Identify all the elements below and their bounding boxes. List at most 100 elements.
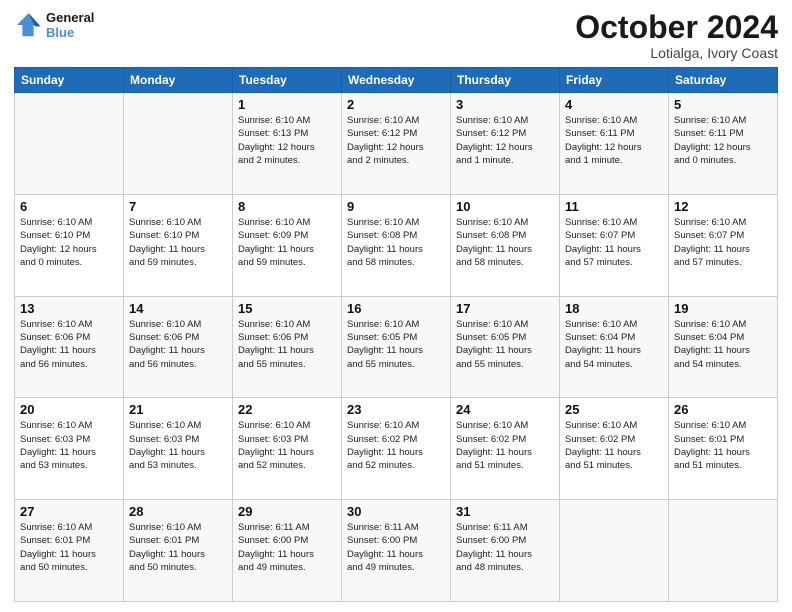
calendar-cell: 14 Sunrise: 6:10 AM Sunset: 6:06 PM Dayli… — [124, 296, 233, 398]
day-number: 7 — [129, 199, 227, 214]
day-info: Sunrise: 6:10 AM Sunset: 6:13 PM Dayligh… — [238, 114, 336, 167]
day-number: 30 — [347, 504, 445, 519]
day-number: 3 — [456, 97, 554, 112]
logo: General Blue — [14, 10, 94, 40]
day-info: Sunrise: 6:10 AM Sunset: 6:06 PM Dayligh… — [238, 318, 336, 371]
day-number: 31 — [456, 504, 554, 519]
day-number: 25 — [565, 402, 663, 417]
day-info: Sunrise: 6:10 AM Sunset: 6:06 PM Dayligh… — [129, 318, 227, 371]
day-info: Sunrise: 6:10 AM Sunset: 6:11 PM Dayligh… — [565, 114, 663, 167]
day-info: Sunrise: 6:11 AM Sunset: 6:00 PM Dayligh… — [456, 521, 554, 574]
title-block: October 2024 Lotialga, Ivory Coast — [575, 10, 778, 61]
calendar-cell: 22 Sunrise: 6:10 AM Sunset: 6:03 PM Dayli… — [233, 398, 342, 500]
calendar-cell: 11 Sunrise: 6:10 AM Sunset: 6:07 PM Dayli… — [560, 194, 669, 296]
calendar-cell: 12 Sunrise: 6:10 AM Sunset: 6:07 PM Dayli… — [669, 194, 778, 296]
day-info: Sunrise: 6:10 AM Sunset: 6:12 PM Dayligh… — [347, 114, 445, 167]
day-info: Sunrise: 6:10 AM Sunset: 6:01 PM Dayligh… — [129, 521, 227, 574]
day-info: Sunrise: 6:10 AM Sunset: 6:02 PM Dayligh… — [565, 419, 663, 472]
day-info: Sunrise: 6:11 AM Sunset: 6:00 PM Dayligh… — [238, 521, 336, 574]
calendar-header-cell: Thursday — [451, 68, 560, 93]
day-number: 12 — [674, 199, 772, 214]
day-number: 26 — [674, 402, 772, 417]
day-number: 16 — [347, 301, 445, 316]
day-number: 11 — [565, 199, 663, 214]
calendar-cell — [560, 500, 669, 602]
logo-text: General Blue — [46, 10, 94, 40]
calendar-cell: 4 Sunrise: 6:10 AM Sunset: 6:11 PM Daylig… — [560, 93, 669, 195]
calendar-cell: 10Sunrise: 6:10 AM Sunset: 6:08 PM Dayli… — [451, 194, 560, 296]
day-info: Sunrise: 6:10 AM Sunset: 6:04 PM Dayligh… — [565, 318, 663, 371]
day-number: 14 — [129, 301, 227, 316]
calendar-cell: 15 Sunrise: 6:10 AM Sunset: 6:06 PM Dayli… — [233, 296, 342, 398]
day-number: 24 — [456, 402, 554, 417]
day-info: Sunrise: 6:10 AM Sunset: 6:02 PM Dayligh… — [456, 419, 554, 472]
calendar-week-row: 20Sunrise: 6:10 AM Sunset: 6:03 PM Dayli… — [15, 398, 778, 500]
calendar-cell: 21 Sunrise: 6:10 AM Sunset: 6:03 PM Dayli… — [124, 398, 233, 500]
day-info: Sunrise: 6:10 AM Sunset: 6:07 PM Dayligh… — [565, 216, 663, 269]
calendar-header-cell: Saturday — [669, 68, 778, 93]
day-info: Sunrise: 6:11 AM Sunset: 6:00 PM Dayligh… — [347, 521, 445, 574]
calendar-cell: 25 Sunrise: 6:10 AM Sunset: 6:02 PM Dayli… — [560, 398, 669, 500]
calendar-cell: 13 Sunrise: 6:10 AM Sunset: 6:06 PM Dayli… — [15, 296, 124, 398]
calendar-week-row: 1 Sunrise: 6:10 AM Sunset: 6:13 PM Daylig… — [15, 93, 778, 195]
day-info: Sunrise: 6:10 AM Sunset: 6:03 PM Dayligh… — [238, 419, 336, 472]
calendar-week-row: 13 Sunrise: 6:10 AM Sunset: 6:06 PM Dayli… — [15, 296, 778, 398]
day-number: 29 — [238, 504, 336, 519]
calendar-cell: 7 Sunrise: 6:10 AM Sunset: 6:10 PM Daylig… — [124, 194, 233, 296]
calendar-cell — [15, 93, 124, 195]
calendar-cell: 3 Sunrise: 6:10 AM Sunset: 6:12 PM Daylig… — [451, 93, 560, 195]
location-subtitle: Lotialga, Ivory Coast — [575, 45, 778, 61]
day-info: Sunrise: 6:10 AM Sunset: 6:10 PM Dayligh… — [20, 216, 118, 269]
calendar-header-cell: Sunday — [15, 68, 124, 93]
calendar-cell: 9Sunrise: 6:10 AM Sunset: 6:08 PM Daylig… — [342, 194, 451, 296]
calendar-cell: 27 Sunrise: 6:10 AM Sunset: 6:01 PM Dayli… — [15, 500, 124, 602]
calendar-cell: 24 Sunrise: 6:10 AM Sunset: 6:02 PM Dayli… — [451, 398, 560, 500]
day-info: Sunrise: 6:10 AM Sunset: 6:06 PM Dayligh… — [20, 318, 118, 371]
day-number: 27 — [20, 504, 118, 519]
day-number: 1 — [238, 97, 336, 112]
day-number: 22 — [238, 402, 336, 417]
logo-icon — [14, 11, 42, 39]
calendar-cell — [124, 93, 233, 195]
day-info: Sunrise: 6:10 AM Sunset: 6:09 PM Dayligh… — [238, 216, 336, 269]
calendar-cell: 19Sunrise: 6:10 AM Sunset: 6:04 PM Dayli… — [669, 296, 778, 398]
day-number: 13 — [20, 301, 118, 316]
calendar-cell: 23Sunrise: 6:10 AM Sunset: 6:02 PM Dayli… — [342, 398, 451, 500]
day-number: 8 — [238, 199, 336, 214]
calendar-cell: 5 Sunrise: 6:10 AM Sunset: 6:11 PM Daylig… — [669, 93, 778, 195]
calendar-table: SundayMondayTuesdayWednesdayThursdayFrid… — [14, 67, 778, 602]
calendar-header-cell: Friday — [560, 68, 669, 93]
calendar-header-cell: Wednesday — [342, 68, 451, 93]
calendar-cell: 16 Sunrise: 6:10 AM Sunset: 6:05 PM Dayli… — [342, 296, 451, 398]
day-number: 21 — [129, 402, 227, 417]
month-title: October 2024 — [575, 10, 778, 45]
calendar-cell: 29 Sunrise: 6:11 AM Sunset: 6:00 PM Dayli… — [233, 500, 342, 602]
day-number: 10 — [456, 199, 554, 214]
day-info: Sunrise: 6:10 AM Sunset: 6:03 PM Dayligh… — [129, 419, 227, 472]
calendar-cell: 30 Sunrise: 6:11 AM Sunset: 6:00 PM Dayli… — [342, 500, 451, 602]
day-info: Sunrise: 6:10 AM Sunset: 6:04 PM Dayligh… — [674, 318, 772, 371]
day-info: Sunrise: 6:10 AM Sunset: 6:12 PM Dayligh… — [456, 114, 554, 167]
day-info: Sunrise: 6:10 AM Sunset: 6:05 PM Dayligh… — [456, 318, 554, 371]
calendar-cell: 31 Sunrise: 6:11 AM Sunset: 6:00 PM Dayli… — [451, 500, 560, 602]
calendar-header-cell: Monday — [124, 68, 233, 93]
day-info: Sunrise: 6:10 AM Sunset: 6:02 PM Dayligh… — [347, 419, 445, 472]
calendar-cell: 18Sunrise: 6:10 AM Sunset: 6:04 PM Dayli… — [560, 296, 669, 398]
calendar-week-row: 27 Sunrise: 6:10 AM Sunset: 6:01 PM Dayli… — [15, 500, 778, 602]
day-info: Sunrise: 6:10 AM Sunset: 6:08 PM Dayligh… — [347, 216, 445, 269]
calendar-cell: 2Sunrise: 6:10 AM Sunset: 6:12 PM Daylig… — [342, 93, 451, 195]
day-number: 28 — [129, 504, 227, 519]
day-number: 15 — [238, 301, 336, 316]
day-number: 17 — [456, 301, 554, 316]
calendar-body: 1 Sunrise: 6:10 AM Sunset: 6:13 PM Daylig… — [15, 93, 778, 602]
day-info: Sunrise: 6:10 AM Sunset: 6:01 PM Dayligh… — [20, 521, 118, 574]
day-info: Sunrise: 6:10 AM Sunset: 6:07 PM Dayligh… — [674, 216, 772, 269]
calendar-cell: 17 Sunrise: 6:10 AM Sunset: 6:05 PM Dayli… — [451, 296, 560, 398]
day-info: Sunrise: 6:10 AM Sunset: 6:11 PM Dayligh… — [674, 114, 772, 167]
day-info: Sunrise: 6:10 AM Sunset: 6:05 PM Dayligh… — [347, 318, 445, 371]
day-info: Sunrise: 6:10 AM Sunset: 6:10 PM Dayligh… — [129, 216, 227, 269]
day-number: 4 — [565, 97, 663, 112]
day-number: 5 — [674, 97, 772, 112]
calendar-cell: 8 Sunrise: 6:10 AM Sunset: 6:09 PM Daylig… — [233, 194, 342, 296]
calendar-cell — [669, 500, 778, 602]
